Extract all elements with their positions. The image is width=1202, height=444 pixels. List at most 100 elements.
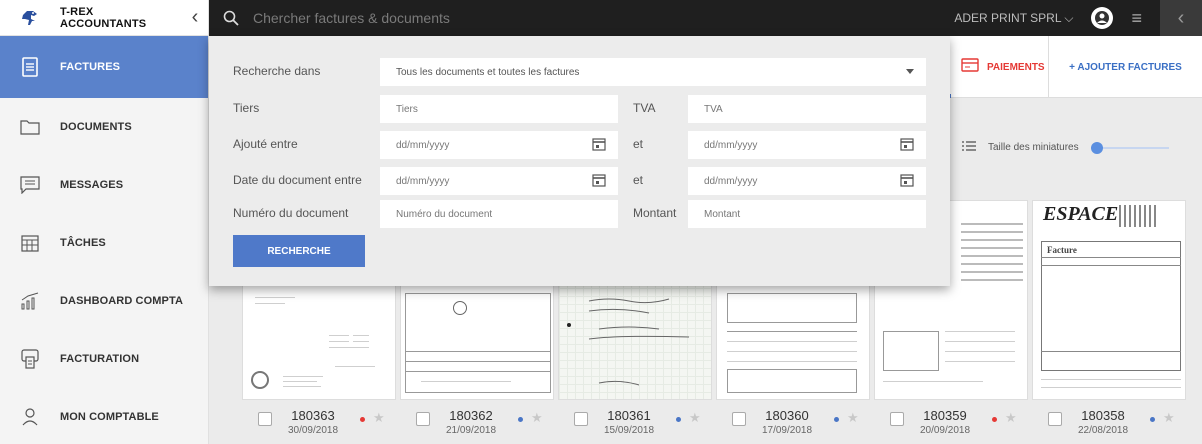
document-date: 21/09/2018 xyxy=(445,425,497,436)
favorite-star-icon[interactable]: ★ xyxy=(847,410,859,426)
billing-icon xyxy=(0,349,60,369)
document-card-footer: 180359 20/09/2018 ★ xyxy=(874,406,1028,442)
document-number: 180363 xyxy=(291,408,335,423)
message-icon xyxy=(0,176,60,194)
document-date: 30/09/2018 xyxy=(287,425,339,436)
sidebar-item-taches[interactable]: TÂCHES xyxy=(0,214,208,272)
sidebar-item-label: FACTURES xyxy=(60,61,121,73)
sidebar-item-label: MON COMPTABLE xyxy=(60,411,159,423)
document-number: 180360 xyxy=(765,408,809,423)
tasks-calendar-icon xyxy=(0,234,60,252)
sidebar-item-label: DOCUMENTS xyxy=(60,121,132,133)
tiers-label: Tiers xyxy=(233,101,260,115)
thumbnail-size-slider[interactable] xyxy=(1090,141,1169,155)
status-dot xyxy=(676,417,681,422)
amount-input[interactable]: Montant xyxy=(688,200,926,228)
bar-chart-icon xyxy=(0,292,60,310)
document-date: 15/09/2018 xyxy=(603,425,655,436)
sidebar-item-documents[interactable]: DOCUMENTS xyxy=(0,98,208,156)
hamburger-menu-icon[interactable]: ≡ xyxy=(1131,8,1142,29)
document-card-footer: 180360 17/09/2018 ★ xyxy=(716,406,870,442)
doc-date-to-input[interactable]: dd/mm/yyyy xyxy=(688,167,926,195)
tva-placeholder: TVA xyxy=(704,103,723,115)
document-date: 17/09/2018 xyxy=(761,425,813,436)
select-checkbox[interactable] xyxy=(732,412,746,426)
thumbnail-size-control: Taille des miniatures xyxy=(962,140,1169,155)
doc-date-from-input[interactable]: dd/mm/yyyy xyxy=(380,167,618,195)
tiers-placeholder: Tiers xyxy=(396,103,418,115)
folder-icon xyxy=(0,119,60,135)
calendar-icon[interactable] xyxy=(900,173,914,190)
sidebar-item-label: MESSAGES xyxy=(60,179,124,191)
and-label: et xyxy=(633,173,644,187)
search-in-select[interactable]: Tous les documents et toutes les facture… xyxy=(380,58,926,86)
document-card[interactable]: ESPACE Facture 180358 22/08/2018 ★ xyxy=(1032,200,1186,444)
right-panel-collapse-button[interactable]: ‹ xyxy=(1160,0,1202,36)
select-checkbox[interactable] xyxy=(574,412,588,426)
advanced-search-panel: Recherche dans Tous les documents et tou… xyxy=(209,36,950,286)
document-date: 22/08/2018 xyxy=(1077,425,1129,436)
calendar-icon[interactable] xyxy=(592,137,606,154)
favorite-star-icon[interactable]: ★ xyxy=(1005,410,1017,426)
brand-name: T-REX ACCOUNTANTS xyxy=(60,5,147,30)
search-in-label: Recherche dans xyxy=(233,64,321,78)
tva-label: TVA xyxy=(633,101,656,115)
sidebar-item-facturation[interactable]: FACTURATION xyxy=(0,330,208,388)
calendar-icon[interactable] xyxy=(592,173,606,190)
sidebar-item-dashboard[interactable]: DASHBOARD COMPTA xyxy=(0,272,208,330)
date-placeholder: dd/mm/yyyy xyxy=(396,175,450,187)
doc-date-label: Date du document entre xyxy=(233,173,362,187)
tiers-input[interactable]: Tiers xyxy=(380,95,618,123)
select-checkbox[interactable] xyxy=(416,412,430,426)
favorite-star-icon[interactable]: ★ xyxy=(373,410,385,426)
added-from-date-input[interactable]: dd/mm/yyyy xyxy=(380,131,618,159)
doc-number-input[interactable]: Numéro du document xyxy=(380,200,618,228)
status-dot xyxy=(834,417,839,422)
and-label: et xyxy=(633,137,644,151)
added-between-row: Ajouté entre dd/mm/yyyy et dd/mm/yyyy xyxy=(209,131,950,159)
document-number: 180359 xyxy=(923,408,967,423)
search-button[interactable]: RECHERCHE xyxy=(233,235,365,267)
added-between-label: Ajouté entre xyxy=(233,137,298,151)
search-icon[interactable] xyxy=(209,10,253,26)
document-thumbnail[interactable]: ESPACE Facture xyxy=(1032,200,1186,400)
sidebar-item-factures[interactable]: FACTURES xyxy=(0,36,208,98)
sidebar-item-mon-comptable[interactable]: MON COMPTABLE xyxy=(0,388,208,444)
favorite-star-icon[interactable]: ★ xyxy=(1163,410,1175,426)
favorite-star-icon[interactable]: ★ xyxy=(531,410,543,426)
favorite-star-icon[interactable]: ★ xyxy=(689,410,701,426)
slider-knob[interactable] xyxy=(1090,141,1103,154)
added-to-date-input[interactable]: dd/mm/yyyy xyxy=(688,131,926,159)
trex-logo-icon xyxy=(0,7,60,29)
avatar[interactable] xyxy=(1091,7,1114,29)
tva-input[interactable]: TVA xyxy=(688,95,926,123)
document-date: 20/09/2018 xyxy=(919,425,971,436)
global-search-input[interactable] xyxy=(253,10,955,26)
select-checkbox[interactable] xyxy=(1048,412,1062,426)
document-card-footer: 180358 22/08/2018 ★ xyxy=(1032,406,1186,442)
sidebar-item-label: FACTURATION xyxy=(60,353,140,365)
search-in-row: Recherche dans Tous les documents et tou… xyxy=(209,58,950,86)
sidebar: T-REX ACCOUNTANTS ‹ FACTURES DOCUMENTS M… xyxy=(0,0,209,444)
status-dot xyxy=(360,417,365,422)
company-selector[interactable]: ADER PRINT SPRL ⌵ xyxy=(954,11,1073,26)
sidebar-collapse-button[interactable]: ‹ xyxy=(182,6,208,29)
date-placeholder: dd/mm/yyyy xyxy=(396,139,450,151)
select-checkbox[interactable] xyxy=(890,412,904,426)
date-placeholder: dd/mm/yyyy xyxy=(704,139,758,151)
sidebar-item-messages[interactable]: MESSAGES xyxy=(0,156,208,214)
select-checkbox[interactable] xyxy=(258,412,272,426)
calendar-icon[interactable] xyxy=(900,137,914,154)
top-bar: ADER PRINT SPRL ⌵ ≡ ‹ xyxy=(209,0,1202,36)
amount-label: Montant xyxy=(633,206,677,220)
document-number: 180362 xyxy=(449,408,493,423)
status-dot xyxy=(518,417,523,422)
invoice-icon xyxy=(0,57,60,77)
amount-placeholder: Montant xyxy=(704,208,741,220)
add-invoices-button[interactable]: + AJOUTER FACTURES xyxy=(1049,36,1202,98)
document-card-footer: 180362 21/09/2018 ★ xyxy=(400,406,554,442)
tab-paiements[interactable]: PAIEMENTS xyxy=(949,36,1049,98)
doc-date-row: Date du document entre dd/mm/yyyy et dd/… xyxy=(209,167,950,195)
list-view-icon[interactable] xyxy=(962,140,976,155)
search-in-value: Tous les documents et toutes les facture… xyxy=(396,66,580,78)
